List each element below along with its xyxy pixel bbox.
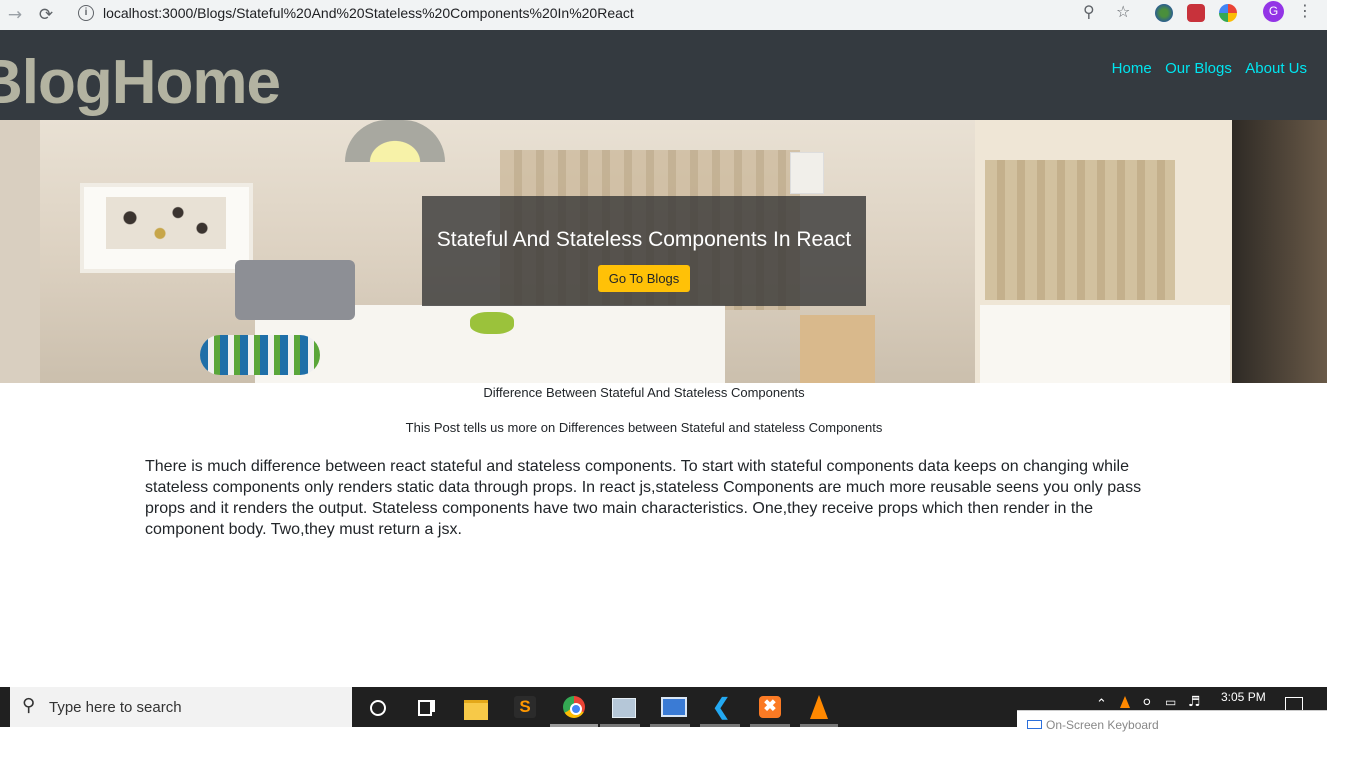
xampp-icon[interactable]: ✖ (755, 692, 785, 722)
hero-title: Stateful And Stateless Components In Rea… (436, 228, 852, 251)
vscode-active-indicator (700, 724, 740, 727)
hero-lamp (345, 120, 445, 162)
cortana-icon[interactable] (363, 692, 393, 722)
hero-pillow-stripes (200, 335, 320, 375)
on-screen-keyboard-label: On-Screen Keyboard (1046, 718, 1159, 732)
post-title: Difference Between Stateful And Stateles… (483, 385, 805, 400)
battery-icon[interactable]: ▭ (1165, 695, 1176, 709)
photos-active-indicator (600, 724, 640, 727)
on-screen-keyboard-window[interactable]: On-Screen Keyboard (1017, 710, 1327, 732)
hero-door (1232, 120, 1327, 383)
photos-app-icon[interactable] (608, 692, 638, 722)
hero-pillow-green (470, 312, 514, 334)
extension-globe-icon[interactable] (1155, 4, 1173, 22)
back-arrow-icon[interactable]: → (3, 3, 27, 27)
post-body: There is much difference between react s… (145, 458, 1142, 538)
hero-nightstand (800, 315, 875, 383)
hero-banner: Stateful And Stateless Components In Rea… (0, 120, 1327, 383)
hero-headboard (235, 260, 355, 320)
taskbar-clock[interactable]: 3:05 PM (1221, 690, 1266, 704)
extension-red-icon[interactable] (1187, 4, 1205, 22)
vlc-icon[interactable] (804, 692, 834, 722)
site-header: BlogHome Home Our Blogs About Us (0, 30, 1327, 120)
nav-link-about-us[interactable]: About Us (1245, 60, 1307, 77)
menu-dots-icon[interactable]: ⋮ (1297, 1, 1313, 20)
taskbar-search[interactable]: ⚲ Type here to search (10, 687, 352, 727)
task-view-icon[interactable] (411, 692, 441, 722)
vlc-tray-icon[interactable] (1120, 696, 1130, 708)
go-to-blogs-button[interactable]: Go To Blogs (597, 265, 691, 292)
hero-painting (80, 183, 253, 273)
post-subtitle: This Post tells us more on Differences b… (405, 420, 883, 435)
notifications-icon[interactable] (1285, 697, 1303, 711)
extension-color-icon[interactable] (1219, 4, 1237, 22)
keyboard-icon (1027, 720, 1042, 729)
nav-link-our-blogs[interactable]: Our Blogs (1165, 60, 1232, 77)
hero-ac-unit (790, 152, 824, 194)
bookmark-star-icon[interactable]: ☆ (1116, 2, 1130, 21)
network-globe-icon[interactable]: ⚪ (1141, 695, 1153, 711)
brand-logo[interactable]: BlogHome (0, 52, 281, 114)
info-icon[interactable]: i (78, 5, 94, 21)
browser-toolbar: → ⟳ i localhost:3000/Blogs/Stateful%20An… (0, 0, 1327, 31)
taskbar-search-placeholder[interactable]: Type here to search (49, 699, 182, 716)
vlc-active-indicator (800, 724, 838, 727)
remote-desktop-icon[interactable] (657, 692, 687, 722)
zoom-icon[interactable]: ⚲ (1083, 2, 1095, 21)
rdp-active-indicator (650, 724, 690, 727)
xampp-active-indicator (750, 724, 790, 727)
hero-wall-left (0, 120, 40, 383)
chrome-icon[interactable] (559, 692, 589, 722)
nav-link-home[interactable]: Home (1112, 60, 1152, 77)
hero-right-curtains (985, 160, 1175, 300)
hero-bed-right (980, 305, 1230, 383)
address-url[interactable]: localhost:3000/Blogs/Stateful%20And%20St… (103, 5, 634, 21)
profile-avatar[interactable]: G (1263, 1, 1284, 22)
chrome-active-indicator (550, 724, 598, 727)
file-explorer-icon[interactable] (461, 692, 491, 722)
vscode-icon[interactable]: ❮ (706, 692, 736, 722)
address-bar[interactable]: i localhost:3000/Blogs/Stateful%20And%20… (68, 2, 1146, 26)
hero-overlay: Stateful And Stateless Components In Rea… (422, 196, 866, 306)
search-icon: ⚲ (22, 695, 36, 716)
reload-icon[interactable]: ⟳ (34, 3, 58, 27)
sublime-text-icon[interactable]: S (510, 692, 540, 722)
volume-icon[interactable]: ♬ (1188, 694, 1201, 710)
nav-links: Home Our Blogs About Us (1103, 60, 1307, 78)
